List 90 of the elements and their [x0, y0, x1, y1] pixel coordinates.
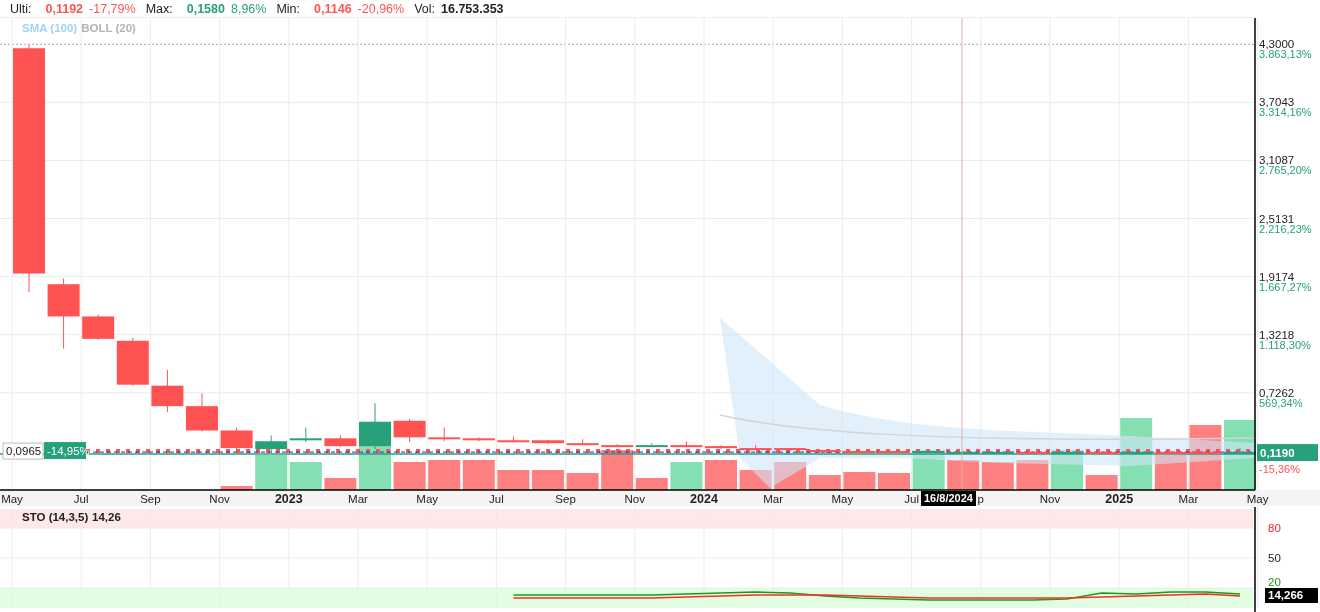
candlestick	[532, 439, 564, 445]
month-axis-label: Nov	[1039, 493, 1061, 505]
candlestick	[497, 435, 530, 443]
stat-value: 0,1192	[45, 0, 84, 18]
stat-change: -17,79%	[89, 0, 136, 18]
crosshair-date-badge: 16/8/2024	[921, 491, 976, 506]
volume-bar	[428, 460, 461, 490]
indicator-title: STO (14,3,5)	[22, 511, 89, 523]
indicator-legend[interactable]: SMA (100)	[22, 22, 78, 34]
year-axis-label: 2024	[690, 492, 718, 506]
year-axis-label: 2025	[1105, 492, 1134, 506]
stat-value: 0,1580	[186, 0, 225, 18]
candlestick	[843, 449, 876, 453]
volume-bar	[462, 460, 495, 490]
stochastic-value-badge: 14,266	[1265, 588, 1318, 603]
month-axis-label: Jul	[73, 493, 89, 505]
stat-label: Max:	[145, 0, 173, 18]
candlestick	[289, 427, 322, 443]
percent-axis-label: 2.765,20%	[1259, 164, 1312, 177]
month-axis-label: p	[977, 493, 984, 505]
reference-price-label: 0,0965	[2, 442, 44, 460]
price-axis-label: 4,3000	[1259, 38, 1295, 51]
volume-bar	[947, 460, 980, 490]
month-axis-label: Jul	[489, 493, 504, 505]
volume-bar	[393, 462, 426, 490]
volume-bar	[670, 462, 703, 490]
volume-bar	[1016, 460, 1049, 490]
stochastic-axis-label: 50	[1268, 552, 1281, 564]
candlestick	[324, 434, 357, 448]
volume-bar	[255, 455, 288, 490]
volume-value: 16.753.353	[441, 0, 504, 18]
percent-axis-label: 3.863,13%	[1259, 48, 1312, 61]
month-axis-label: Jul	[904, 493, 919, 505]
candlestick	[359, 402, 391, 450]
price-axis-label: 3,7043	[1259, 96, 1295, 109]
stat-change: 8,96%	[230, 0, 267, 18]
candlestick	[151, 369, 184, 413]
volume-bar	[289, 462, 322, 490]
indicator-value: 14,26	[92, 511, 121, 523]
month-axis-label: Mar	[348, 493, 368, 505]
candlestick	[670, 440, 703, 448]
price-axis-label: 3,1087	[1259, 154, 1295, 167]
stat-label: Min:	[276, 0, 301, 18]
stat-value: 0,1146	[314, 0, 352, 18]
price-axis-label: 1,3218	[1259, 328, 1295, 341]
volume-bar	[532, 470, 564, 490]
month-axis-label: May	[1, 493, 23, 505]
indicator-legend[interactable]: BOLL (20)	[81, 22, 136, 34]
stat-label: Ulti:	[10, 0, 32, 18]
candlestick	[1051, 450, 1083, 454]
month-axis-label: May	[1246, 493, 1269, 505]
month-axis-label: Sep	[140, 493, 161, 505]
volume-label: Vol:	[414, 0, 435, 18]
candlestick	[912, 450, 945, 454]
price-axis-label: 1,9174	[1259, 270, 1295, 283]
candlestick	[186, 392, 218, 432]
candlestick	[1016, 451, 1049, 454]
candlestick	[566, 438, 599, 446]
month-axis-label: May	[416, 493, 439, 505]
last-price-badge: 0,1190	[1257, 444, 1318, 462]
percent-axis-label: 3.314,16%	[1259, 106, 1312, 119]
month-axis-label: Nov	[624, 493, 646, 505]
volume-bar	[324, 478, 357, 490]
candlestick	[878, 450, 910, 454]
candlestick	[393, 418, 426, 443]
volume-bar	[739, 470, 772, 490]
candlestick	[1224, 447, 1256, 454]
price-axis-label: 0,7262	[1259, 386, 1295, 399]
candlestick	[739, 444, 772, 451]
volume-bar	[705, 460, 737, 490]
month-axis-label: Sep	[555, 493, 576, 505]
volume-bar	[497, 470, 530, 490]
month-axis-label: May	[831, 493, 854, 505]
month-axis-label: Mar	[763, 493, 784, 505]
candlestick	[1189, 450, 1222, 454]
month-axis-label: Nov	[209, 493, 230, 505]
volume-bar	[220, 486, 253, 490]
volume-bar	[981, 462, 1014, 490]
candlestick	[255, 434, 288, 453]
stat-change: -20,96%	[357, 0, 405, 18]
year-axis-label: 2023	[274, 492, 303, 506]
volume-bar	[843, 472, 876, 490]
stochastic-axis-label: 20	[1268, 576, 1281, 588]
candlestick	[220, 427, 253, 451]
stochastic-axis-label: 80	[1268, 522, 1281, 534]
month-axis-label: Mar	[1178, 493, 1199, 505]
candlestick	[1085, 451, 1118, 454]
last-price-change: -15,36%	[1259, 463, 1300, 476]
candlestick	[705, 444, 737, 450]
price-axis-label: 2,5131	[1259, 212, 1295, 225]
